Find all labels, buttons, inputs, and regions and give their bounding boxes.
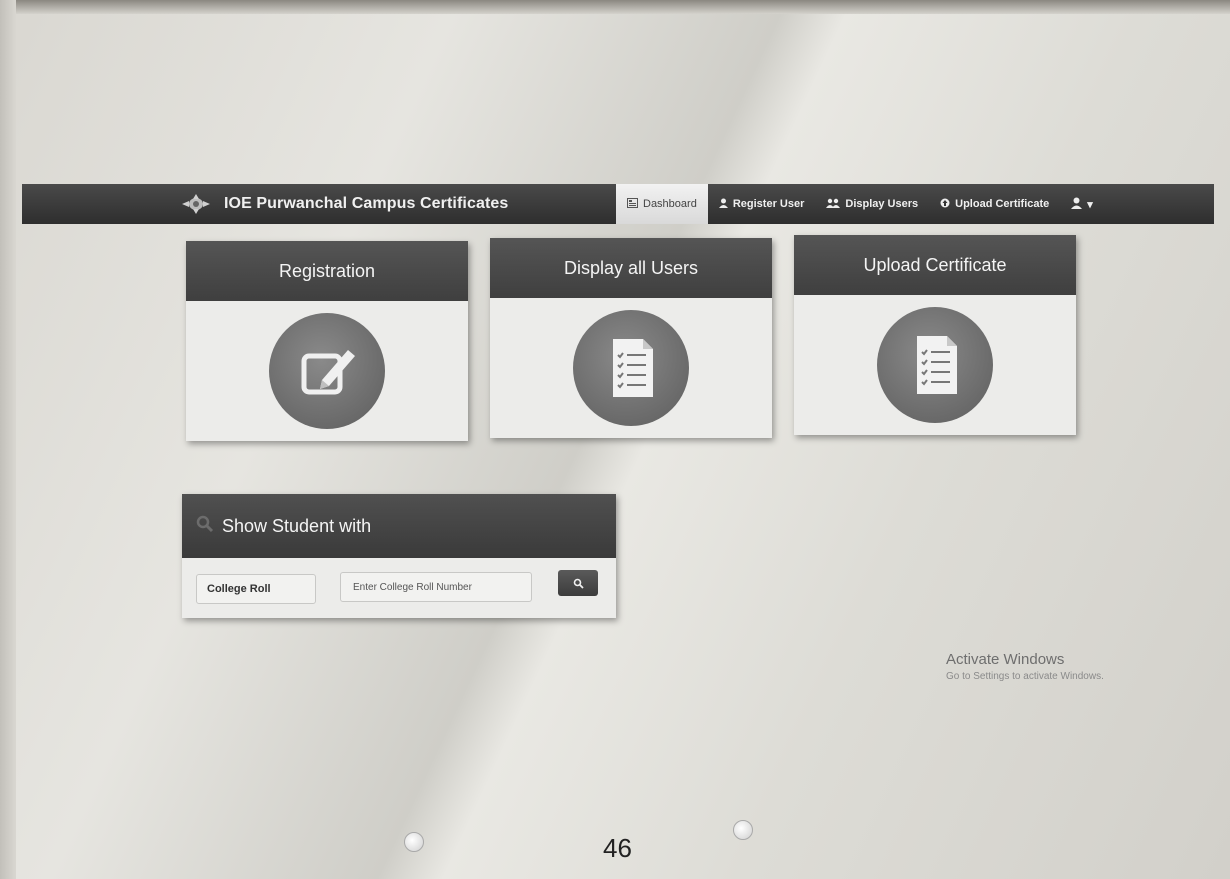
punch-hole	[404, 832, 424, 852]
punch-hole	[733, 820, 753, 840]
user-icon	[1071, 197, 1083, 212]
search-button[interactable]	[558, 570, 598, 596]
roll-type-value: College Roll	[207, 583, 271, 595]
roll-type-select[interactable]: College Roll	[196, 574, 316, 604]
tile-display-users-circle	[573, 310, 689, 426]
activate-windows-watermark: Activate Windows Go to Settings to activ…	[946, 651, 1104, 682]
activate-windows-subtitle: Go to Settings to activate Windows.	[946, 671, 1104, 682]
document-list-icon	[917, 336, 957, 394]
dashboard-icon	[627, 197, 638, 211]
nav-menu: Dashboard Register User Display Users Up…	[616, 184, 1104, 224]
page-number: 46	[603, 833, 632, 863]
tile-registration[interactable]: Registration	[186, 241, 468, 441]
search-icon	[573, 578, 584, 589]
brand-title: IOE Purwanchal Campus Certificates	[224, 195, 509, 212]
tile-display-users-title: Display all Users	[563, 257, 699, 278]
nav-upload-certificate[interactable]: Upload Certificate	[929, 184, 1060, 224]
chevron-down-icon: ▾	[1087, 198, 1093, 211]
nav-register-user-label: Register User	[732, 198, 805, 210]
edit-icon	[301, 350, 355, 395]
brand[interactable]: IOE Purwanchal Campus Certificates	[180, 190, 508, 218]
nav-dashboard[interactable]: Dashboard	[616, 184, 708, 224]
tile-registration-header: Registration	[186, 241, 468, 301]
tile-registration-title: Registration	[278, 260, 376, 281]
student-search-panel: Show Student with College Roll	[182, 494, 616, 618]
nav-display-users[interactable]: Display Users	[815, 184, 929, 224]
upload-icon	[940, 198, 950, 211]
student-search-header: Show Student with	[182, 494, 616, 558]
user-menu-dropdown[interactable]: ▾	[1060, 184, 1104, 224]
tile-upload-certificate-body	[794, 295, 1076, 435]
tile-display-users-body	[490, 298, 772, 438]
tile-registration-circle	[269, 313, 385, 429]
tile-upload-certificate-circle	[877, 307, 993, 423]
nav-display-users-label: Display Users	[845, 198, 919, 210]
tile-upload-certificate[interactable]: Upload Certificate	[794, 235, 1076, 435]
nav-register-user[interactable]: Register User	[708, 184, 816, 224]
top-navbar: IOE Purwanchal Campus Certificates Dashb…	[22, 184, 1214, 224]
photo-top-shadow	[0, 0, 1230, 14]
campus-logo-icon	[182, 194, 210, 214]
search-icon	[196, 515, 214, 538]
tile-upload-certificate-header: Upload Certificate	[794, 235, 1076, 295]
tile-display-users-header: Display all Users	[490, 238, 772, 298]
tile-display-users[interactable]: Display all Users	[490, 238, 772, 438]
photo-left-edge	[0, 0, 16, 879]
nav-upload-certificate-label: Upload Certificate	[955, 198, 1050, 210]
users-icon	[826, 198, 841, 211]
tile-upload-certificate-title: Upload Certificate	[863, 254, 1007, 275]
document-list-icon	[613, 339, 653, 397]
tile-registration-body	[186, 301, 468, 441]
user-icon	[718, 198, 728, 211]
activate-windows-title: Activate Windows	[946, 651, 1065, 668]
college-roll-input[interactable]	[340, 572, 532, 602]
nav-dashboard-label: Dashboard	[643, 198, 697, 210]
student-search-title: Show Student with	[222, 515, 372, 536]
